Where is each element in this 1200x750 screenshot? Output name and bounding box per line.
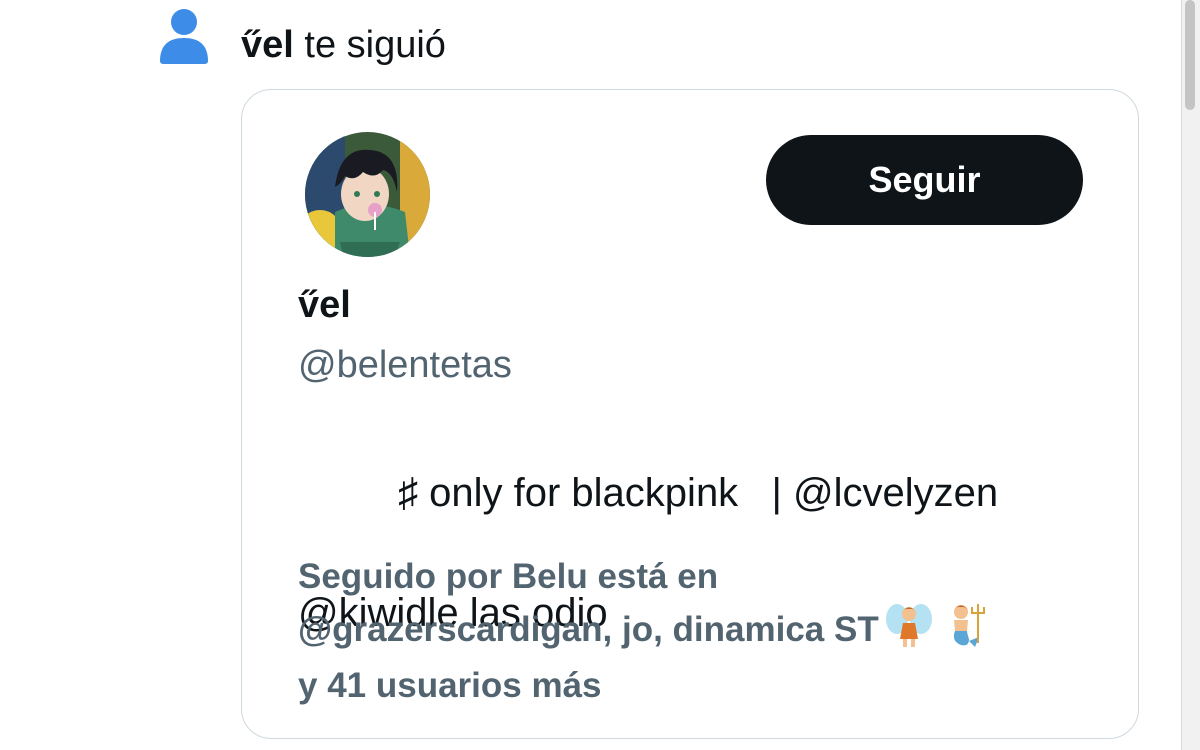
display-name[interactable]: v̋el (298, 280, 351, 330)
scrollbar[interactable] (1181, 0, 1200, 750)
follow-notification-text: v̋el te siguió (241, 20, 446, 70)
follower-name-link[interactable]: v̋el (241, 24, 294, 66)
notification-action-text: te siguió (293, 24, 446, 66)
fairy-emoji (885, 601, 933, 662)
person-icon (158, 4, 210, 64)
bio-text: ♯ only for blackpink (364, 471, 739, 515)
merman-emoji (939, 601, 987, 662)
avatar[interactable] (305, 132, 430, 257)
followed-by-line: @grazerscardigan, jo, dinamica ST (298, 601, 1098, 662)
bio-mention-link[interactable]: | @lcvelyzen (738, 471, 999, 515)
notifications-page: v̋el te siguió Seguir v̋el @belentetas ♯… (0, 0, 1200, 750)
followed-by-line: Seguido por Belu está en (298, 557, 719, 596)
followed-by-text[interactable]: Seguido por Belu está en @grazerscardiga… (298, 553, 1098, 710)
user-handle[interactable]: @belentetas (298, 340, 512, 390)
follow-button[interactable]: Seguir (766, 135, 1083, 225)
scrollbar-thumb[interactable] (1185, 0, 1195, 110)
followed-by-line: y 41 usuarios más (298, 666, 602, 705)
